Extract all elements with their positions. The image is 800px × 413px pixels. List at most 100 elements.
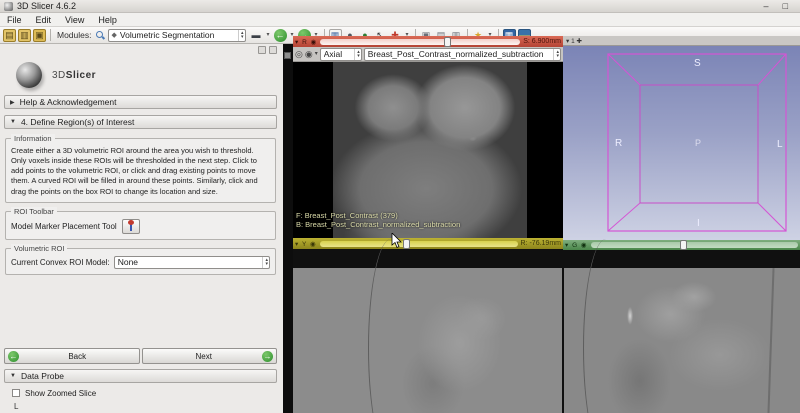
axial-slice-image[interactable]: F: Breast_Post_Contrast (379) B: Breast_… xyxy=(293,62,563,238)
volume-select[interactable]: Breast_Post_Contrast_normalized_subtract… xyxy=(364,48,561,61)
red-slice-slider-handle[interactable] xyxy=(444,37,451,47)
app-icon xyxy=(4,2,13,11)
modules-label: Modules: xyxy=(57,30,92,40)
convex-roi-label: Current Convex ROI Model: xyxy=(11,258,110,267)
background-volume-label: B: Breast_Post_Contrast_normalized_subtr… xyxy=(296,220,460,230)
threeD-view-controller: ▾ 1 ✚ xyxy=(563,36,800,46)
axis-label-posterior: P xyxy=(695,138,701,148)
show-zoomed-slice-label: Show Zoomed Slice xyxy=(25,389,96,398)
panel-pin-button[interactable] xyxy=(258,46,266,54)
next-button[interactable]: Next → xyxy=(142,348,278,364)
information-groupbox: Information Create either a 3D volumetri… xyxy=(5,138,276,203)
red-slice-offset-value: S: 6.900mm xyxy=(523,38,561,45)
coronal-slice-image xyxy=(564,268,800,413)
orientation-value: Axial xyxy=(324,49,342,59)
help-acknowledgement-section[interactable]: ▶ Help & Acknowledgement xyxy=(4,95,277,109)
threeD-view[interactable]: S R P L I xyxy=(563,46,800,240)
yellow-slice-slider[interactable] xyxy=(320,241,518,247)
yellow-slice-offset-value: R: -76.19mm xyxy=(521,240,561,247)
convex-roi-model-select[interactable]: None xyxy=(114,256,270,269)
menu-edit[interactable]: Edit xyxy=(29,15,59,25)
combo-spinner-icon xyxy=(262,257,268,268)
information-text: Create either a 3D volumetric ROI around… xyxy=(11,146,270,197)
red-slice-slider[interactable] xyxy=(320,39,520,45)
module-back-icon[interactable]: ← xyxy=(274,29,287,42)
data-probe-section[interactable]: ▼ Data Probe xyxy=(4,369,277,383)
red-slice-offset-bar: ▾ R ◉ S: 6.900mm xyxy=(293,36,563,47)
module-search-icon[interactable] xyxy=(95,30,105,40)
menu-view[interactable]: View xyxy=(58,15,91,25)
volumetric-roi-title: Volumetric ROI xyxy=(11,244,67,253)
roi-wireframe-box[interactable] xyxy=(563,46,800,240)
define-roi-section[interactable]: ▼ 4. Define Region(s) of Interest xyxy=(4,115,277,129)
roi-toolbar-groupbox: ROI Toolbar Model Marker Placement Tool xyxy=(5,211,276,240)
slicer-logo-icon xyxy=(16,62,42,88)
module-history-icon[interactable]: ▬ xyxy=(250,29,263,42)
minimize-button[interactable]: – xyxy=(764,1,769,11)
splitter-handle-icon[interactable] xyxy=(284,52,291,59)
panel-undock-button[interactable] xyxy=(269,46,277,54)
dropdown-arrow-icon[interactable]: ▾ xyxy=(265,29,272,42)
foreground-volume-label: F: Breast_Post_Contrast (379) xyxy=(296,211,460,221)
roi-section-title: 4. Define Region(s) of Interest xyxy=(21,117,134,127)
red-slice-controls[interactable]: ▾ R ◉ xyxy=(295,38,317,46)
show-zoomed-slice-row: Show Zoomed Slice xyxy=(4,387,277,399)
module-selector[interactable]: ◆ Volumetric Segmentation xyxy=(108,29,246,42)
slicer-logo: 3DSlicer xyxy=(4,58,277,92)
axis-label-right: R xyxy=(615,138,622,149)
threeD-view-controls[interactable]: ▾ 1 ✚ xyxy=(566,37,582,45)
yellow-slice-slider-handle[interactable] xyxy=(403,239,410,249)
wizard-navigation: ← Back Next → xyxy=(4,348,277,364)
marker-placement-button[interactable] xyxy=(122,219,140,234)
maximize-button[interactable]: □ xyxy=(783,1,788,11)
axial-corner-annotation: F: Breast_Post_Contrast (379) B: Breast_… xyxy=(296,211,460,231)
data-probe-l-label: L xyxy=(4,402,277,411)
visibility-eye-icon[interactable]: ◉ xyxy=(305,48,313,61)
save-icon[interactable]: ▣ xyxy=(33,29,46,42)
roi-toolbar-title: ROI Toolbar xyxy=(11,207,57,216)
back-button[interactable]: ← Back xyxy=(4,348,140,364)
add-dicom-icon[interactable]: ▥ xyxy=(18,29,31,42)
help-section-title: Help & Acknowledgement xyxy=(20,97,117,107)
expanded-arrow-icon: ▼ xyxy=(10,119,16,125)
tissue-streak xyxy=(767,268,774,413)
orientation-select[interactable]: Axial xyxy=(320,48,362,61)
sagittal-slice-image xyxy=(293,268,562,413)
module-panel: 3DSlicer ▶ Help & Acknowledgement ▼ 4. D… xyxy=(0,44,283,413)
toolbar-separator xyxy=(50,29,51,41)
marker-tool-label: Model Marker Placement Tool xyxy=(11,222,117,231)
logo-3d-text: 3D xyxy=(52,70,66,81)
combo-spinner-icon xyxy=(553,49,559,60)
yellow-slice-offset-bar: ▾ Y ◉ R: -76.19mm xyxy=(293,238,563,249)
sagittal-slice-view[interactable] xyxy=(293,249,563,413)
green-slice-slider-handle[interactable] xyxy=(680,240,687,250)
next-arrow-icon: → xyxy=(262,351,273,362)
menu-help[interactable]: Help xyxy=(91,15,124,25)
show-zoomed-slice-checkbox[interactable] xyxy=(12,389,20,397)
slice-views-area: ▾ R ◉ S: 6.900mm ◎ ◉ ▾ Axial Breast_Post… xyxy=(293,36,800,413)
green-slice-slider[interactable] xyxy=(591,242,798,248)
axis-label-superior: S xyxy=(694,58,701,69)
combo-spinner-icon xyxy=(354,49,360,60)
window-title: 3D Slicer 4.6.2 xyxy=(17,1,76,11)
logo-slicer-text: Slicer xyxy=(66,70,96,81)
panel-splitter[interactable] xyxy=(283,44,293,413)
mouse-cursor xyxy=(391,233,403,249)
data-probe-title: Data Probe xyxy=(21,371,64,381)
tissue-contour-line xyxy=(368,239,414,413)
green-slice-controls[interactable]: ▾ G ◉ xyxy=(565,241,588,249)
information-title: Information xyxy=(11,134,55,143)
axis-label-left: L xyxy=(777,139,783,150)
expanded-arrow-icon: ▼ xyxy=(10,373,16,379)
axial-view-controller: ◎ ◉ ▾ Axial Breast_Post_Contrast_normali… xyxy=(293,47,563,62)
pin-icon[interactable]: ◎ xyxy=(295,48,303,61)
module-icon: ◆ xyxy=(112,31,117,39)
tissue-contour-line xyxy=(583,239,629,413)
back-button-label: Back xyxy=(19,352,136,361)
back-arrow-icon: ← xyxy=(8,351,19,362)
eye-dropdown-icon[interactable]: ▾ xyxy=(315,48,318,61)
menu-file[interactable]: File xyxy=(0,15,29,25)
yellow-slice-controls[interactable]: ▾ Y ◉ xyxy=(295,240,317,248)
load-data-icon[interactable]: ▤ xyxy=(3,29,16,42)
coronal-slice-view[interactable] xyxy=(563,250,800,413)
